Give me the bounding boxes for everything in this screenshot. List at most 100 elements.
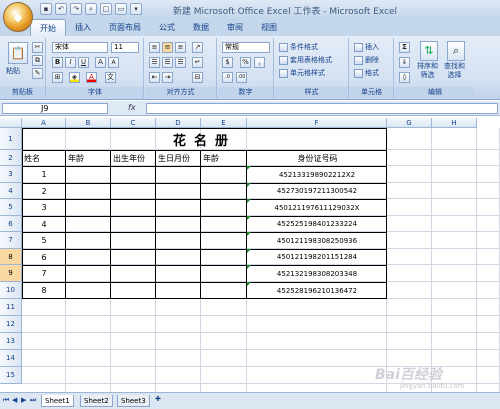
format-painter-icon[interactable]: ✎	[32, 68, 43, 79]
id-number-cell[interactable]: 450121197611129032X	[247, 199, 387, 216]
font-color-icon[interactable]: A	[86, 72, 97, 83]
column-header-G[interactable]: G	[387, 118, 432, 128]
conditional-format-button[interactable]: 条件格式	[279, 42, 318, 52]
header-cell[interactable]: 出生年份	[113, 150, 155, 166]
phonetic-icon[interactable]: 文	[105, 72, 116, 83]
font-size-select[interactable]: 11	[111, 42, 139, 53]
formula-input[interactable]	[146, 103, 498, 114]
border-icon[interactable]: ⊞	[52, 72, 63, 83]
tab-formulas[interactable]: 公式	[150, 19, 184, 36]
sheet-tab-3[interactable]: Sheet3	[117, 395, 150, 407]
align-right-icon[interactable]: ☰	[175, 57, 186, 68]
orientation-icon[interactable]: ↗	[192, 42, 203, 53]
row-header-10[interactable]: 10	[0, 282, 22, 299]
row-header-13[interactable]: 13	[0, 333, 22, 350]
underline-button[interactable]: U	[78, 57, 89, 68]
row-header-9[interactable]: 9	[0, 265, 22, 282]
record-number-cell[interactable]: 7	[22, 265, 66, 282]
paste-button[interactable]: 粘贴	[6, 66, 20, 76]
sheet-tab-1[interactable]: Sheet1	[41, 395, 74, 407]
name-box[interactable]: J9	[2, 103, 108, 114]
align-middle-icon[interactable]: ≡	[162, 42, 173, 53]
shrink-font-button[interactable]: A	[108, 57, 119, 68]
header-cell[interactable]: 生日月份	[158, 150, 200, 166]
office-button[interactable]: ◆	[3, 2, 33, 32]
row-header-14[interactable]: 14	[0, 350, 22, 367]
id-number-cell[interactable]: 452132198308203348	[247, 265, 387, 282]
tab-review[interactable]: 审阅	[218, 19, 252, 36]
grow-font-button[interactable]: A	[95, 57, 106, 68]
tab-home[interactable]: 开始	[30, 19, 66, 36]
record-number-cell[interactable]: 5	[22, 232, 66, 249]
copy-icon[interactable]: ⧉	[32, 55, 43, 66]
autosum-button[interactable]: Σ	[399, 42, 410, 53]
sort-filter-icon[interactable]: ⇅	[420, 41, 438, 61]
format-cells-button[interactable]: 格式	[354, 68, 379, 78]
percent-button[interactable]: %	[240, 57, 251, 68]
fill-color-icon[interactable]: ◈	[69, 72, 80, 83]
paste-icon[interactable]: 📋	[8, 42, 28, 64]
increase-indent-icon[interactable]: ⇥	[162, 72, 173, 83]
record-number-cell[interactable]: 8	[22, 282, 66, 299]
tab-page-layout[interactable]: 页面布局	[100, 19, 150, 36]
tab-insert[interactable]: 插入	[66, 19, 100, 36]
row-header-1[interactable]: 1	[0, 128, 22, 150]
insert-function-button[interactable]: fx	[128, 103, 136, 112]
header-cell[interactable]: 姓名	[24, 150, 65, 166]
row-header-4[interactable]: 4	[0, 183, 22, 199]
header-cell[interactable]: 年龄	[68, 150, 110, 166]
tab-data[interactable]: 数据	[184, 19, 218, 36]
bold-button[interactable]: B	[52, 57, 63, 68]
align-center-icon[interactable]: ☰	[162, 57, 173, 68]
row-header-8[interactable]: 8	[0, 249, 22, 265]
align-top-icon[interactable]: ≡	[149, 42, 160, 53]
row-header-7[interactable]: 7	[0, 232, 22, 249]
decrease-indent-icon[interactable]: ⇤	[149, 72, 160, 83]
increase-decimal-icon[interactable]: .0	[222, 72, 233, 83]
row-header-6[interactable]: 6	[0, 216, 22, 232]
decrease-decimal-icon[interactable]: .00	[236, 72, 247, 83]
find-select-button[interactable]: 查找和 选择	[444, 62, 465, 80]
sort-filter-button[interactable]: 排序和 筛选	[417, 62, 438, 80]
record-number-cell[interactable]: 2	[22, 183, 66, 199]
record-number-cell[interactable]: 6	[22, 249, 66, 265]
align-left-icon[interactable]: ☰	[149, 57, 160, 68]
cell-styles-button[interactable]: 单元格样式	[279, 68, 325, 78]
record-number-cell[interactable]: 3	[22, 199, 66, 216]
find-select-icon[interactable]: ⌕	[447, 41, 465, 61]
header-cell[interactable]: 身份证号码	[249, 150, 386, 166]
row-header-3[interactable]: 3	[0, 166, 22, 183]
id-number-cell[interactable]: 450121198201151284	[247, 249, 387, 265]
sheet-title[interactable]: 花名册	[22, 128, 387, 150]
tab-view[interactable]: 视图	[252, 19, 286, 36]
delete-cells-button[interactable]: 删除	[354, 55, 379, 65]
column-header-H[interactable]: H	[432, 118, 477, 128]
sheet-tab-2[interactable]: Sheet2	[80, 395, 113, 407]
number-format-select[interactable]: 常规	[222, 42, 270, 53]
fill-icon[interactable]: ⇓	[399, 57, 410, 68]
worksheet-grid[interactable]: A B C D E F G H 1 2 3 4 5 6 7 8 9 10 11 12 13 14 15 花名册 姓名 年龄 出生年份…	[0, 118, 500, 392]
id-number-cell[interactable]: 452133198902212X2	[247, 166, 387, 183]
column-header-A[interactable]: A	[22, 118, 66, 128]
insert-sheet-icon[interactable]: ✚	[155, 395, 161, 403]
record-number-cell[interactable]: 4	[22, 216, 66, 232]
insert-cells-button[interactable]: 插入	[354, 42, 379, 52]
row-header-11[interactable]: 11	[0, 299, 22, 316]
select-all-corner[interactable]	[0, 118, 22, 128]
id-number-cell[interactable]: 452730197211300542	[247, 183, 387, 199]
header-cell[interactable]: 年龄	[203, 150, 246, 166]
row-header-5[interactable]: 5	[0, 199, 22, 216]
column-header-E[interactable]: E	[201, 118, 247, 128]
cut-icon[interactable]: ✂	[32, 42, 43, 53]
row-header-2[interactable]: 2	[0, 150, 22, 166]
id-number-cell[interactable]: 452528196210136472	[247, 282, 387, 299]
record-number-cell[interactable]: 1	[22, 166, 66, 183]
first-sheet-icon[interactable]: ⏮	[3, 396, 9, 405]
comma-button[interactable]: ,	[254, 57, 265, 68]
wrap-text-icon[interactable]: ↵	[192, 57, 203, 68]
row-header-12[interactable]: 12	[0, 316, 22, 333]
column-header-C[interactable]: C	[111, 118, 156, 128]
id-number-cell[interactable]: 450121198308250936	[247, 232, 387, 249]
next-sheet-icon[interactable]: ▶	[21, 396, 26, 404]
prev-sheet-icon[interactable]: ◀	[12, 396, 17, 404]
